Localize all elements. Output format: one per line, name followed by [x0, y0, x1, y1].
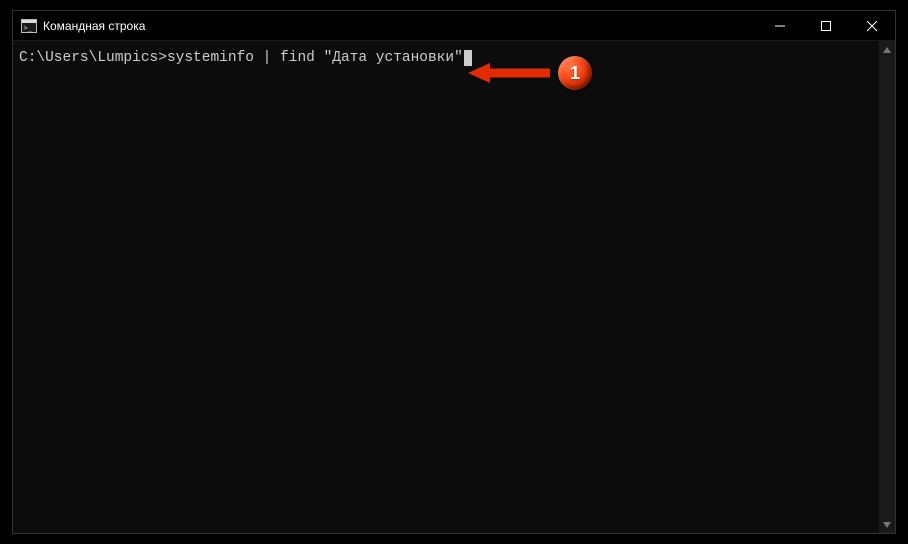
maximize-button[interactable]: [803, 11, 849, 40]
minimize-button[interactable]: [757, 11, 803, 40]
titlebar-left: >_ Командная строка: [13, 19, 145, 33]
close-button[interactable]: [849, 11, 895, 40]
window-title: Командная строка: [43, 19, 145, 33]
terminal-body[interactable]: C:\Users\Lumpics>systeminfo | find "Дата…: [13, 41, 895, 533]
scrollbar[interactable]: [879, 41, 895, 533]
command-prompt-window: >_ Командная строка C:\Users\Lumpics>sys…: [12, 10, 896, 534]
terminal-line: C:\Users\Lumpics>systeminfo | find "Дата…: [19, 49, 889, 68]
svg-text:>_: >_: [24, 24, 33, 32]
cursor: [464, 50, 472, 66]
command-text: systeminfo | find "Дата установки": [167, 50, 463, 66]
titlebar[interactable]: >_ Командная строка: [13, 11, 895, 41]
window-controls: [757, 11, 895, 40]
cmd-icon: >_: [21, 19, 37, 33]
prompt-text: C:\Users\Lumpics>: [19, 50, 167, 66]
scroll-down-icon[interactable]: [879, 516, 895, 533]
scroll-up-icon[interactable]: [879, 41, 895, 58]
